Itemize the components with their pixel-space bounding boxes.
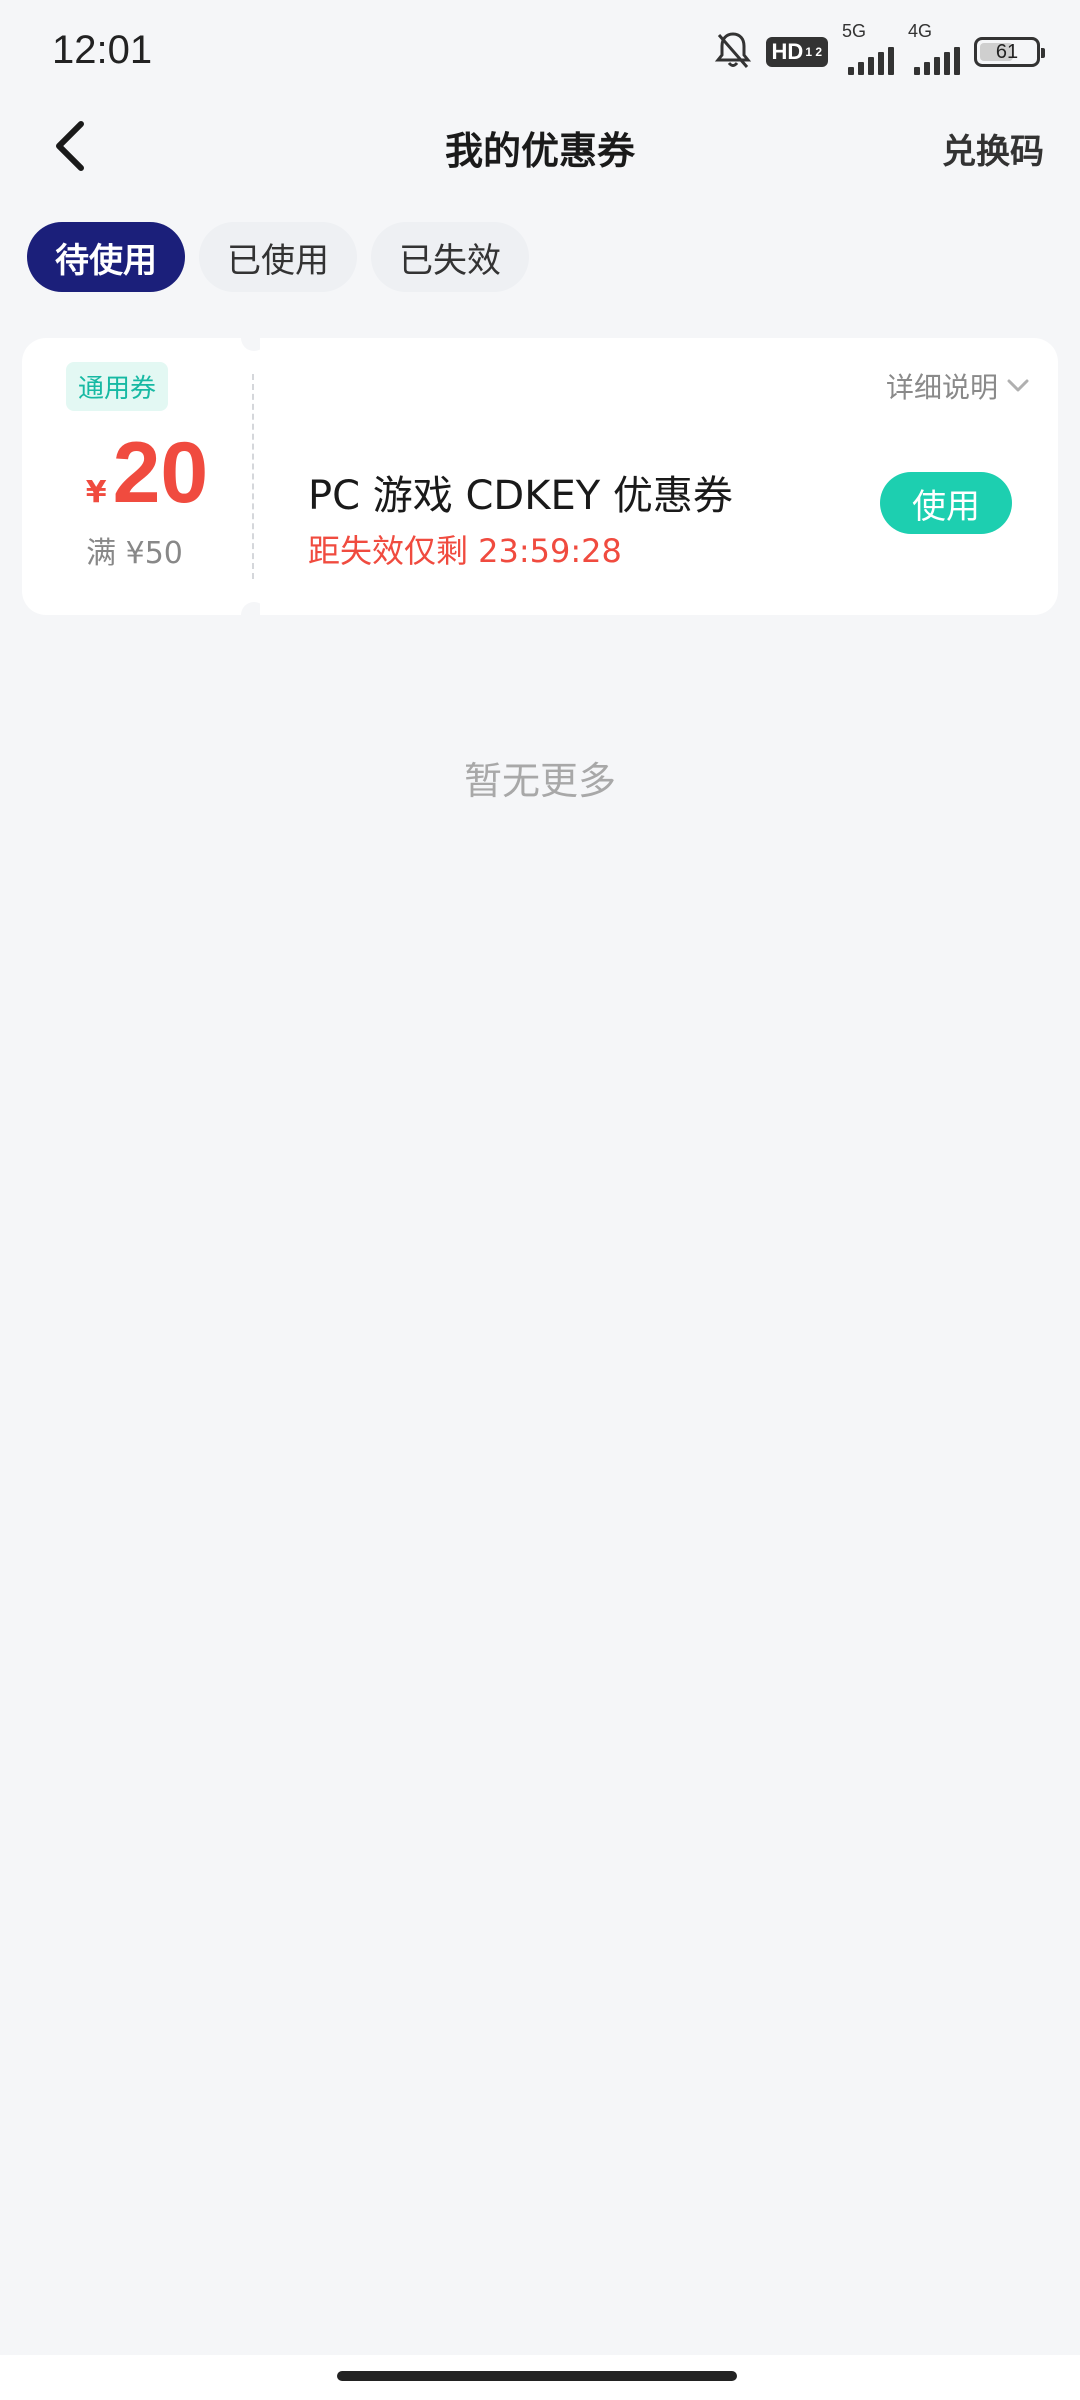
use-coupon-button[interactable]: 使用 (880, 472, 1012, 534)
currency-symbol: ¥ (85, 475, 107, 510)
coupon-card: 通用券 ¥ 20 满 ¥50 详细说明 PC 游戏 CDKEY 优惠券 距失效仅… (22, 325, 1058, 628)
hd-sub: 1 2 (805, 45, 822, 59)
home-indicator[interactable] (337, 2371, 737, 2381)
coupon-status-tabs: 待使用 已使用 已失效 (27, 222, 529, 292)
net-5g-label: 5G (842, 21, 867, 41)
coupon-threshold: 满 ¥50 (86, 536, 183, 571)
coupon-type-badge: 通用券 (66, 362, 169, 411)
status-bar: 12:01 HD 1 2 5G 4G 61 (0, 0, 1080, 100)
top-navigation: 我的优惠券 兑换码 (0, 100, 1080, 190)
signal-4g: 4G (908, 21, 960, 75)
net-4g-label: 4G (908, 21, 933, 41)
coupon-info-section: 详细说明 PC 游戏 CDKEY 优惠券 距失效仅剩 23:59:28 使用 (260, 338, 1058, 615)
redeem-code-button[interactable]: 兑换码 (942, 124, 1044, 173)
no-more-text: 暂无更多 (463, 759, 616, 803)
coupon-title: PC 游戏 CDKEY 优惠券 (308, 473, 733, 519)
details-label: 详细说明 (885, 371, 998, 404)
signal-5g: 5G (842, 21, 894, 75)
amount-value: 20 (112, 425, 209, 521)
tab-expired[interactable]: 已失效 (371, 222, 529, 292)
tab-unused[interactable]: 待使用 (27, 222, 185, 292)
hd-voice-badge: HD 1 2 (765, 37, 828, 67)
battery-level: 61 (995, 40, 1019, 63)
hd-label: HD (771, 39, 804, 64)
page-title: 我的优惠券 (444, 129, 635, 173)
coupon-details-toggle[interactable]: 详细说明 (886, 366, 1030, 406)
coupon-countdown: 距失效仅剩 23:59:28 (308, 532, 622, 570)
tab-used[interactable]: 已使用 (199, 222, 357, 292)
coupon-amount: ¥ 20 (62, 430, 232, 516)
coupon-value-section: 通用券 ¥ 20 满 ¥50 (22, 338, 247, 615)
chevron-down-icon (1007, 379, 1029, 392)
status-time: 12:01 (52, 28, 153, 72)
mute-bell-icon (714, 30, 752, 74)
coupon-divider (252, 374, 254, 579)
battery-icon: 61 (974, 37, 1045, 67)
status-icons: HD 1 2 5G 4G 61 (714, 21, 1045, 75)
